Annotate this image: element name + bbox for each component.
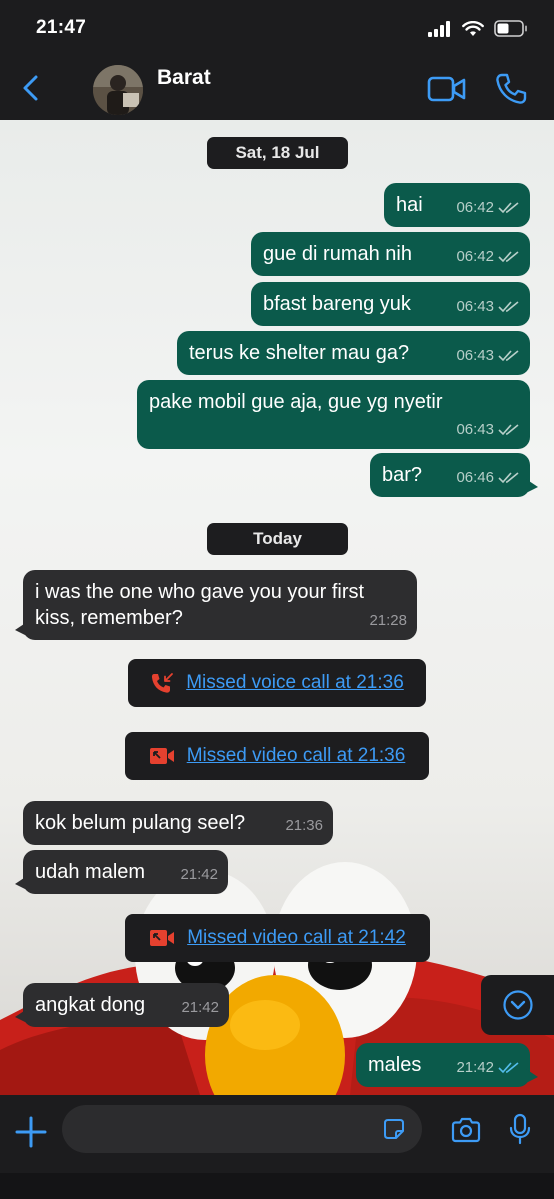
avatar[interactable] — [93, 65, 143, 115]
wifi-icon — [462, 20, 484, 36]
message-bubble-outgoing[interactable]: hai 06:42 — [384, 183, 530, 227]
message-time: 06:43 — [456, 421, 494, 438]
message-time: 21:28 — [369, 612, 407, 629]
message-text: males — [368, 1054, 422, 1076]
message-bubble-incoming[interactable]: udah malem 21:42 — [15, 850, 228, 894]
chevron-down-circle-icon — [502, 990, 533, 1020]
double-check-icon — [498, 301, 519, 313]
message-time: 21:42 — [456, 1059, 494, 1076]
microphone-icon[interactable] — [508, 1113, 532, 1145]
status-icons — [428, 20, 528, 37]
status-bar: 21:47 — [0, 0, 554, 58]
double-check-read-icon — [498, 1062, 519, 1074]
message-input[interactable] — [62, 1105, 422, 1153]
missed-call-notice[interactable]: Missed video call at 21:42 — [125, 914, 430, 962]
signal-icon — [428, 20, 450, 37]
message-composer — [0, 1095, 554, 1199]
message-time: 06:42 — [456, 199, 494, 216]
message-bubble-outgoing[interactable]: pake mobil gue aja, gue yg nyetir 06:43 — [137, 380, 530, 449]
message-text: bfast bareng yuk — [263, 293, 411, 315]
message-bubble-incoming[interactable]: kok belum pulang seel? 21:36 — [23, 801, 333, 845]
missed-video-call-icon — [149, 748, 174, 764]
message-bubble-outgoing[interactable]: terus ke shelter mau ga? 06:43 — [177, 331, 530, 375]
missed-call-notice[interactable]: Missed video call at 21:36 — [125, 732, 429, 780]
message-time: 06:43 — [456, 298, 494, 315]
message-text-line-2: kiss, remember? — [35, 607, 183, 629]
message-text: hai — [396, 194, 423, 216]
status-time: 21:47 — [36, 17, 87, 38]
message-time: 21:42 — [180, 866, 218, 883]
scroll-to-bottom-button[interactable] — [481, 975, 554, 1035]
missed-video-call-icon — [150, 930, 175, 946]
double-check-icon — [498, 350, 519, 362]
missed-call-text[interactable]: Missed video call at 21:36 — [187, 745, 406, 767]
message-time: 06:46 — [456, 469, 494, 486]
message-text: gue di rumah nih — [263, 243, 412, 265]
message-text: terus ke shelter mau ga? — [189, 342, 410, 364]
message-bubble-incoming[interactable]: i was the one who gave you your first ki… — [15, 570, 417, 640]
message-time: 21:36 — [285, 817, 323, 834]
camera-icon[interactable] — [451, 1117, 481, 1143]
message-text: udah malem — [35, 861, 146, 883]
message-text: pake mobil gue aja, gue yg nyetir — [149, 391, 443, 413]
message-bubble-outgoing[interactable]: males 21:42 — [356, 1043, 538, 1087]
double-check-icon — [498, 202, 519, 214]
chat-area[interactable]: Sat, 18 Jul hai 06:42 gue di rumah nih 0… — [0, 120, 554, 1095]
add-attachment-icon[interactable] — [14, 1115, 48, 1149]
date-separator: Sat, 18 Jul — [207, 137, 348, 169]
date-separator: Today — [207, 523, 348, 555]
message-bubble-outgoing[interactable]: gue di rumah nih 06:42 — [251, 232, 530, 276]
missed-call-text[interactable]: Missed voice call at 21:36 — [186, 672, 404, 694]
message-bubble-incoming[interactable]: angkat dong 21:42 — [15, 983, 229, 1027]
message-text: i was the one who gave you your first — [35, 581, 365, 603]
message-text: angkat dong — [35, 994, 146, 1016]
double-check-icon — [498, 472, 519, 484]
missed-voice-call-icon — [152, 673, 174, 693]
message-text: bar? — [382, 464, 423, 486]
double-check-icon — [498, 424, 519, 436]
missed-call-text[interactable]: Missed video call at 21:42 — [187, 927, 406, 949]
battery-icon — [494, 20, 527, 37]
back-chevron-icon[interactable] — [18, 72, 44, 104]
sticker-icon[interactable] — [382, 1117, 406, 1141]
missed-call-notice[interactable]: Missed voice call at 21:36 — [128, 659, 426, 707]
message-time: 06:43 — [456, 347, 494, 364]
message-text: kok belum pulang seel? — [35, 812, 246, 834]
double-check-icon — [498, 251, 519, 263]
chat-header: Barat — [0, 58, 554, 120]
home-indicator-area — [0, 1173, 554, 1199]
message-time: 06:42 — [456, 248, 494, 265]
message-bubble-outgoing[interactable]: bar? 06:46 — [370, 453, 538, 497]
contact-name[interactable]: Barat — [157, 66, 211, 90]
video-call-icon[interactable] — [427, 75, 467, 103]
voice-call-icon[interactable] — [494, 72, 528, 106]
message-time: 21:42 — [181, 999, 219, 1016]
message-bubble-outgoing[interactable]: bfast bareng yuk 06:43 — [251, 282, 530, 326]
